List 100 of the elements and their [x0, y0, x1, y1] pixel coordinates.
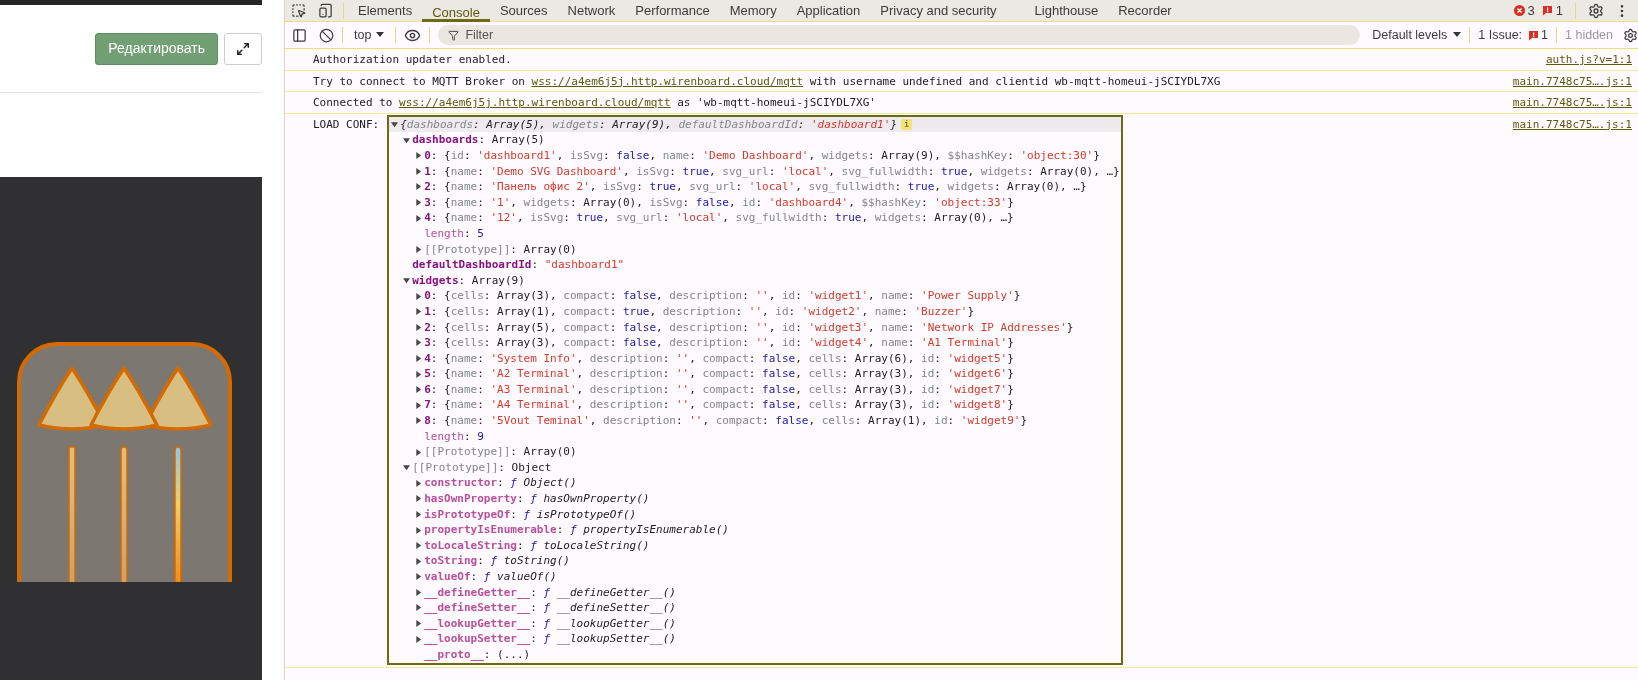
expand-arrow-icon[interactable] [415, 526, 423, 534]
issue-flag-icon [1528, 29, 1540, 41]
expand-arrow-icon[interactable] [415, 417, 423, 425]
object-line[interactable]: 8: {name: '5Vout Teminal', description: '', compact: false, cells: Array(1), id: 'widget9'} [424, 413, 1027, 429]
object-line[interactable]: 3: {name: '1', widgets: Array(0), isSvg: false, id: 'dashboard4', $$hashKey: 'object:33'} [424, 194, 1014, 211]
hidden-count: 1 hidden [1565, 26, 1613, 44]
expand-arrow-icon[interactable] [415, 339, 423, 347]
issues-count[interactable]: 1 [1541, 25, 1549, 45]
source-link[interactable]: main.7748c75….js:1 [1512, 95, 1632, 111]
issues-label[interactable]: 1 Issue: [1478, 25, 1523, 45]
object-line[interactable]: 2: {name: 'Панель офис 2', isSvg: true, svg_url: 'local', svg_fullwidth: true, widgets: Array(0), …} [424, 179, 1087, 195]
device-toolbar-icon[interactable] [318, 3, 333, 18]
object-line[interactable]: 4: {name: 'System Info', description: '', compact: false, cells: Array(6), id: 'widget5'} [424, 350, 1014, 367]
object-line[interactable]: {dashboards: Array(5), widgets: Array(9), defaultDashboardId: 'dashboard1'} [400, 116, 897, 133]
devtools-tab[interactable]: Sources [489, 0, 558, 22]
object-line[interactable]: [[Prototype]]: Array(0) [424, 444, 577, 460]
object-line[interactable]: isPrototypeOf: ƒ isPrototypeOf() [424, 506, 637, 523]
expand-arrow-icon[interactable] [415, 542, 423, 550]
expand-arrow-icon[interactable] [415, 479, 423, 487]
expand-arrow-icon[interactable] [415, 214, 423, 222]
object-line[interactable]: 5: {name: 'A2 Terminal', description: '', compact: false, cells: Array(3), id: 'widget6'} [424, 366, 1014, 382]
expand-arrow-icon[interactable] [403, 277, 411, 284]
expand-arrow-icon[interactable] [415, 308, 423, 316]
object-line[interactable]: toString: ƒ toString() [424, 553, 570, 569]
object-line[interactable]: valueOf: ƒ valueOf() [424, 569, 557, 585]
object-line[interactable]: toLocaleString: ƒ toLocaleString() [424, 537, 650, 554]
settings-icon[interactable] [1623, 27, 1638, 43]
sidebar-toggle-icon[interactable] [292, 27, 307, 43]
expand-arrow-icon[interactable] [415, 604, 423, 612]
object-line[interactable]: 1: {name: 'Demo SVG Dashboard', isSvg: true, svg_url: 'local', svg_fullwidth: true, widgets: Array(0), …} [424, 163, 1120, 180]
levels-dropdown[interactable]: Default levels [1372, 25, 1462, 45]
expand-arrow-icon[interactable] [415, 292, 423, 300]
expand-arrow-icon[interactable] [415, 448, 423, 456]
clear-console-icon[interactable] [319, 27, 334, 43]
expand-arrow-icon[interactable] [415, 167, 423, 175]
expand-arrow-icon[interactable] [403, 136, 411, 144]
object-line[interactable]: dashboards: Array(5) [412, 132, 545, 148]
object-line[interactable]: propertyIsEnumerable: ƒ propertyIsEnumerable() [424, 522, 729, 538]
context-selector[interactable]: top [351, 25, 388, 45]
object-line[interactable]: 3: {cells: Array(3), compact: false, description: '', id: 'widget4', name: 'A1 Terminal'} [424, 335, 1014, 351]
expand-arrow-icon[interactable] [415, 386, 423, 394]
devtools-tab[interactable]: Network [557, 0, 626, 22]
object-line[interactable]: [[Prototype]]: Array(0) [424, 241, 577, 258]
expand-arrow-icon[interactable] [415, 183, 423, 191]
error-icon [1513, 5, 1525, 16]
object-line[interactable]: __defineSetter__: ƒ __defineSetter__() [424, 600, 676, 616]
expand-arrow-icon[interactable] [415, 401, 423, 409]
object-line[interactable]: __lookupSetter__: ƒ __lookupSetter__() [424, 631, 676, 647]
object-line[interactable]: 2: {cells: Array(5), compact: false, description: '', id: 'widget3', name: 'Network IP Addresses'} [424, 319, 1074, 336]
devtools-tab[interactable]: Elements [348, 0, 423, 22]
object-line[interactable]: hasOwnProperty: ƒ hasOwnProperty() [424, 491, 650, 507]
expand-arrow-icon[interactable] [415, 245, 423, 253]
warning-count[interactable]: 1 [1555, 0, 1563, 21]
source-link[interactable]: main.7748c75….js:1 [1512, 73, 1632, 90]
devtools-tab[interactable]: Application [786, 0, 871, 22]
object-line[interactable]: [[Prototype]]: Object [412, 459, 552, 476]
expand-arrow-icon[interactable] [415, 510, 423, 518]
devtools-tab[interactable]: Privacy and security [870, 0, 1007, 22]
source-link[interactable]: auth.js?v=1:1 [1545, 52, 1632, 68]
expand-arrow-icon[interactable] [415, 355, 423, 362]
expand-arrow-icon[interactable] [415, 620, 423, 628]
dropdown-caret-icon [376, 32, 385, 38]
settings-icon[interactable] [1588, 2, 1604, 19]
expand-arrow-icon[interactable] [415, 152, 423, 160]
object-line[interactable]: widgets: Array(9) [412, 272, 525, 289]
expand-arrow-icon[interactable] [391, 121, 399, 129]
info-badge[interactable]: i [901, 119, 913, 131]
filter-icon [448, 29, 460, 41]
expand-arrow-icon[interactable] [415, 370, 423, 378]
console-message: Connected to wss://a4em6j5j.http.wirenboard.cloud/mqtt as 'wb-mqtt-homeui-jSCIYDL7XG' [313, 95, 876, 111]
object-line: length: 5 [424, 225, 484, 242]
console-message: Authorization updater enabled. [313, 52, 512, 68]
expand-arrow-icon[interactable] [415, 323, 423, 331]
issue-flag-icon [1541, 5, 1553, 16]
error-count[interactable]: 3 [1527, 0, 1535, 21]
expand-arrow-icon[interactable] [415, 635, 423, 643]
object-line[interactable]: __defineGetter__: ƒ __defineGetter__() [424, 584, 676, 601]
devtools-tab[interactable]: Performance [625, 0, 720, 22]
object-line[interactable]: 6: {name: 'A3 Terminal', description: '', compact: false, cells: Array(3), id: 'widget7'} [424, 381, 1014, 398]
expand-arrow-icon[interactable] [403, 464, 411, 472]
object-line[interactable]: 0: {cells: Array(3), compact: false, description: '', id: 'widget1', name: 'Power Supply'} [424, 288, 1021, 304]
expand-arrow-icon[interactable] [415, 199, 423, 207]
object-line[interactable]: constructor: ƒ Object() [424, 475, 577, 492]
object-line[interactable]: __lookupGetter__: ƒ __lookupGetter__() [424, 615, 676, 632]
object-line[interactable]: 7: {name: 'A4 Terminal', description: '', compact: false, cells: Array(3), id: 'widget8'} [424, 397, 1014, 414]
expand-arrow-icon[interactable] [415, 588, 423, 596]
expand-arrow-icon[interactable] [415, 495, 423, 503]
object-line[interactable]: 4: {name: '12', isSvg: true, svg_url: 'local', svg_fullwidth: true, widgets: Array(0), …} [424, 210, 1014, 226]
devtools-tab[interactable]: Recorder [1108, 0, 1182, 22]
object-line[interactable]: 1: {cells: Array(1), compact: true, description: '', id: 'widget2', name: 'Buzzer'} [424, 303, 975, 320]
fullscreen-button[interactable] [224, 32, 262, 65]
expand-arrow-icon[interactable] [415, 573, 423, 581]
console-message: Try to connect to MQTT Broker on wss://a4em6j5j.http.wirenboard.cloud/mqtt with username undefined and clientid wb-mqtt-homeui-jSCIYDL7XG [313, 73, 1221, 90]
expand-arrow-icon[interactable] [415, 557, 423, 565]
devtools-tab[interactable]: Lighthouse [1024, 0, 1109, 22]
source-link[interactable]: main.7748c75….js:1 [1512, 116, 1632, 133]
object-line[interactable]: 0: {id: 'dashboard1', isSvg: false, name: 'Demo Dashboard', widgets: Array(9), $$hashKey: 'object:30'} [424, 147, 1100, 164]
dropdown-caret-icon [1453, 32, 1462, 38]
devtools-tab[interactable]: Memory [719, 0, 787, 22]
inspect-icon[interactable] [291, 3, 306, 18]
